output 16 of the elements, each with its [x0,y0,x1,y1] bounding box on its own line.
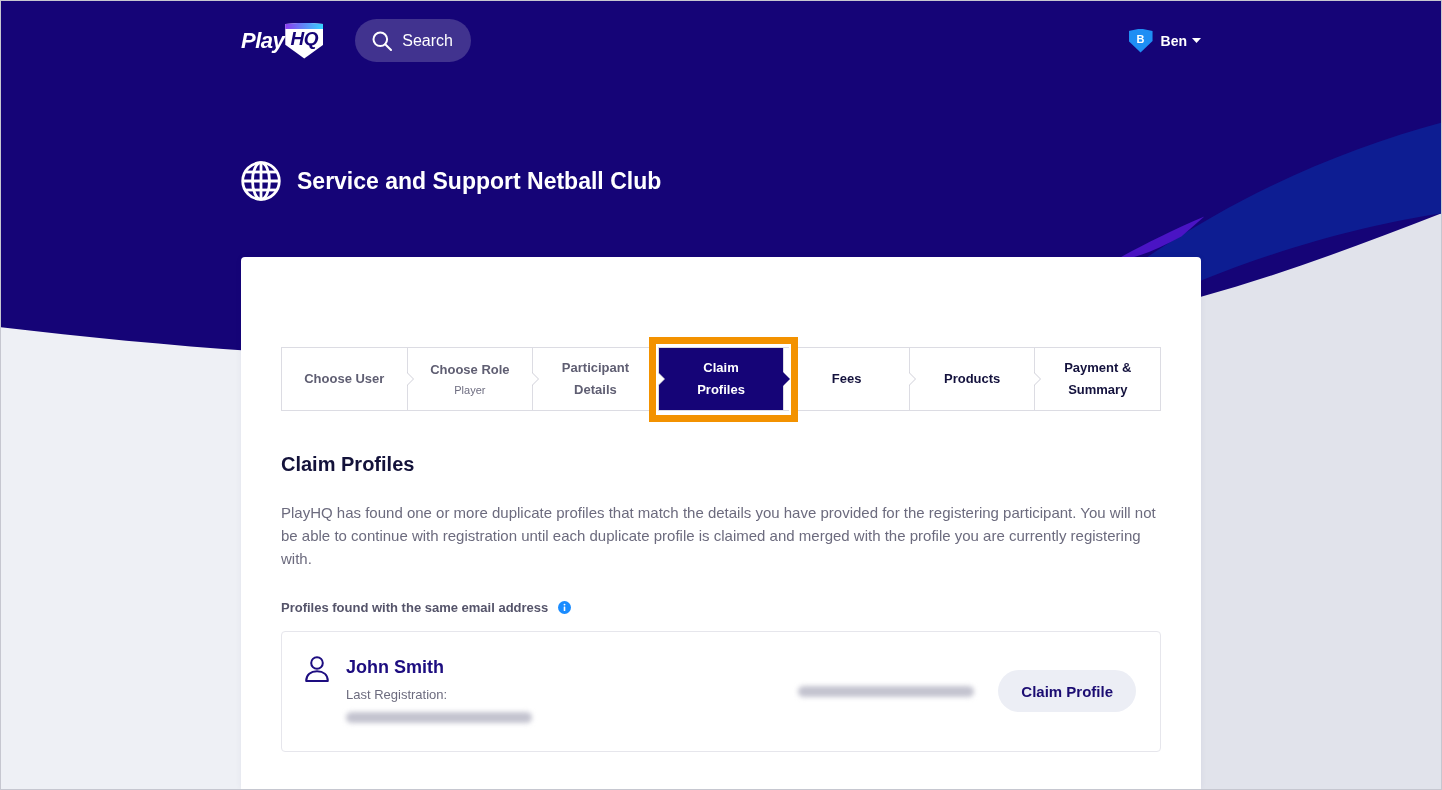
search-button[interactable]: Search [355,19,471,62]
info-icon[interactable] [558,601,572,614]
search-icon [372,30,393,51]
stepper-step: Claim Profiles [657,348,784,410]
description-text: PlayHQ has found one or more duplicate profiles that match the details you have provided for the registering participant. You will not be able to continue with registration until each duplicate profile is claimed and merged with the profile you are currently registering with. [281,503,1157,569]
section-title: Claim Profiles [281,452,416,477]
subheading: Profiles found with the same email address [281,600,549,615]
logo[interactable]: Play HQ [241,22,324,59]
person-icon [305,656,329,682]
last-registration-label: Last Registration: [346,686,449,704]
user-menu-button[interactable]: Ben [1160,32,1201,49]
profile-name: John Smith [346,656,445,678]
caret-icon [1192,38,1201,43]
globe-icon [241,161,281,201]
club-name: Service and Support Netball Club [297,167,662,195]
claim-profile-button[interactable]: Claim Profile [998,670,1136,712]
